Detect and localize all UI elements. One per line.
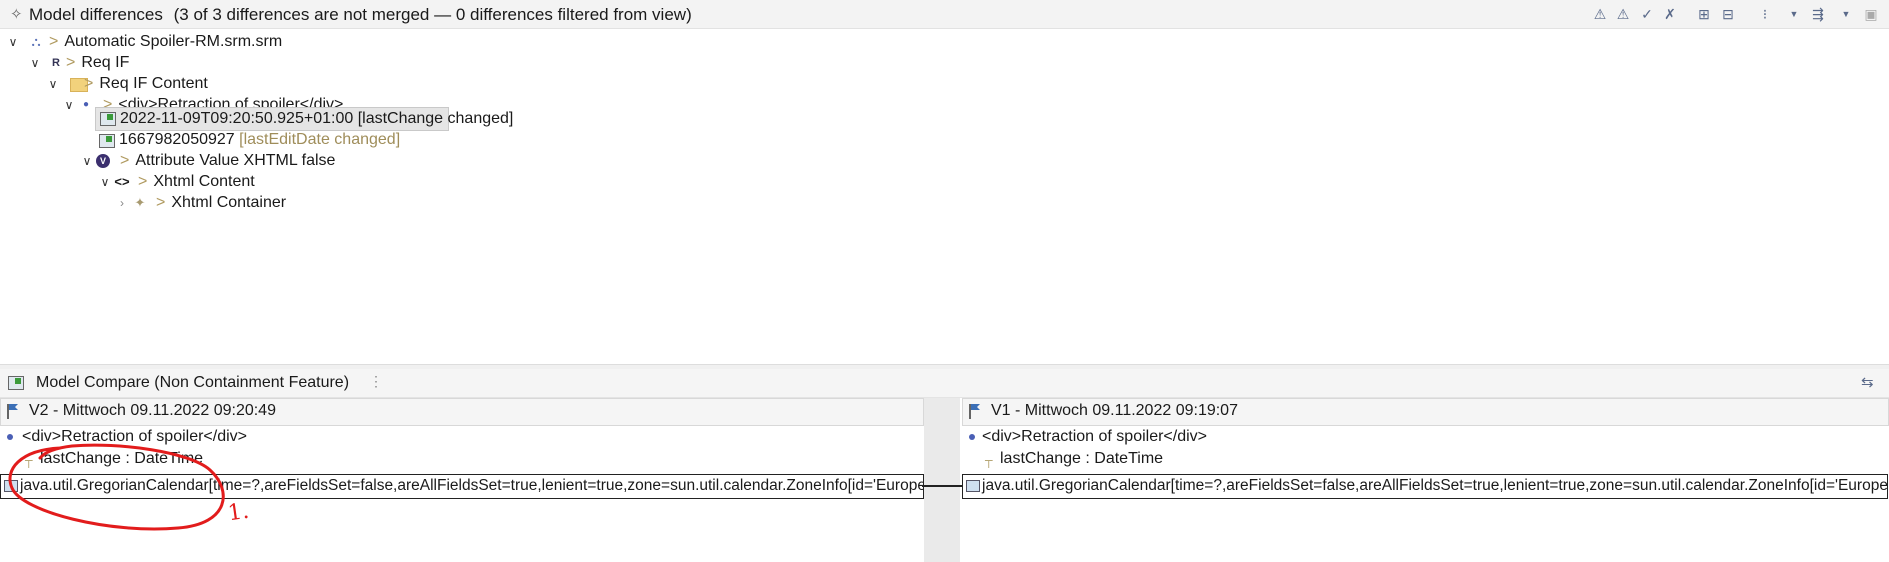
change-value: 2022-11-09T09:20:50.925+01:00 — [120, 110, 354, 127]
tree-label-xhtml-content: Xhtml Content — [153, 173, 255, 190]
merge-all-left-icon[interactable]: ⚠ — [1613, 4, 1633, 24]
right-value-text: java.util.GregorianCalendar[time=?,areFi… — [982, 477, 1888, 494]
accept-icon[interactable]: ✓ — [1637, 4, 1657, 24]
save-icon[interactable]: ▣ — [1861, 4, 1881, 24]
swap-sides-icon[interactable]: ⇆ — [1861, 373, 1874, 391]
attribute-value-icon: V — [96, 154, 110, 168]
view-title-label: Model differences — [29, 5, 163, 24]
right-feature-label: lastChange : DateTime — [1000, 450, 1164, 467]
value-icon — [966, 480, 980, 492]
compare-icon — [8, 376, 24, 390]
chevron-right-icon[interactable]: › — [115, 191, 129, 215]
expand-all-icon[interactable]: ⊞ — [1694, 4, 1714, 24]
filter-icon[interactable]: ⇶ — [1808, 4, 1828, 24]
right-pane-header: V1 - Mittwoch 09.11.2022 09:19:07 — [962, 398, 1889, 426]
change-label: [lastChange changed] — [357, 110, 514, 127]
left-pane-version: V2 - Mittwoch 09.11.2022 09:20:49 — [29, 402, 276, 419]
sparkle-icon: ✧ — [10, 6, 23, 23]
diff-summary: (3 of 3 differences are not merged — 0 d… — [173, 5, 692, 24]
view-title: Model differences (3 of 3 differences ar… — [29, 5, 692, 25]
reject-icon[interactable]: ✗ — [1660, 4, 1680, 24]
right-pane-feature[interactable]: ⊤ lastChange : DateTime — [962, 447, 1862, 471]
model-compare-titlebar: Model Compare (Non Containment Feature) … — [0, 369, 1889, 398]
compare-view-title: Model Compare (Non Containment Feature) — [36, 374, 350, 391]
group-icon[interactable]: ⁝ — [1755, 4, 1775, 24]
model-differences-titlebar: ✧ Model differences (3 of 3 differences … — [0, 0, 1889, 29]
bullet-icon: ● — [82, 99, 90, 110]
tree-label-root: Automatic Spoiler-RM.srm.srm — [64, 33, 283, 50]
diff-connector-line — [922, 485, 962, 487]
tree-label-req-if-content: Req IF Content — [99, 75, 208, 92]
compare-center-gutter — [924, 398, 960, 562]
annotation-mark: 1. — [226, 498, 251, 527]
collapse-all-icon[interactable]: ⊟ — [1718, 4, 1738, 24]
left-pane-header: V2 - Mittwoch 09.11.2022 09:20:49 — [0, 398, 924, 426]
view-menu-icon[interactable]: ⋮ — [369, 373, 383, 390]
sparkle-icon: ✦ — [134, 195, 146, 210]
attribute-change-icon — [99, 134, 115, 148]
tree-row-xhtml-container[interactable]: › ✦ > Xhtml Container — [0, 191, 400, 215]
change-label: [lastEditDate changed] — [239, 131, 401, 148]
right-element-label: <div>Retraction of spoiler</div> — [982, 428, 1208, 445]
flag-icon — [969, 404, 980, 419]
filter-dropdown-icon[interactable]: ▼ — [1836, 4, 1856, 24]
right-pane-element[interactable]: <div>Retraction of spoiler</div> — [962, 425, 1862, 449]
flag-icon — [7, 404, 18, 419]
group-dropdown-icon[interactable]: ▼ — [1784, 4, 1804, 24]
tree-label-req-if: Req IF — [81, 54, 130, 71]
tree-label-xhtml-container: Xhtml Container — [171, 194, 287, 211]
tree-label-attribute-value: Attribute Value XHTML false — [135, 152, 336, 169]
chevron-down-icon[interactable]: ∨ — [62, 93, 76, 117]
merge-left-icon[interactable]: ⚠ — [1590, 4, 1610, 24]
change-value: 1667982050927 — [119, 131, 235, 148]
right-pane-version: V1 - Mittwoch 09.11.2022 09:19:07 — [991, 402, 1238, 419]
attribute-change-icon — [100, 112, 116, 126]
bullet-icon — [969, 434, 975, 440]
right-value-row[interactable]: java.util.GregorianCalendar[time=?,areFi… — [962, 474, 1888, 499]
